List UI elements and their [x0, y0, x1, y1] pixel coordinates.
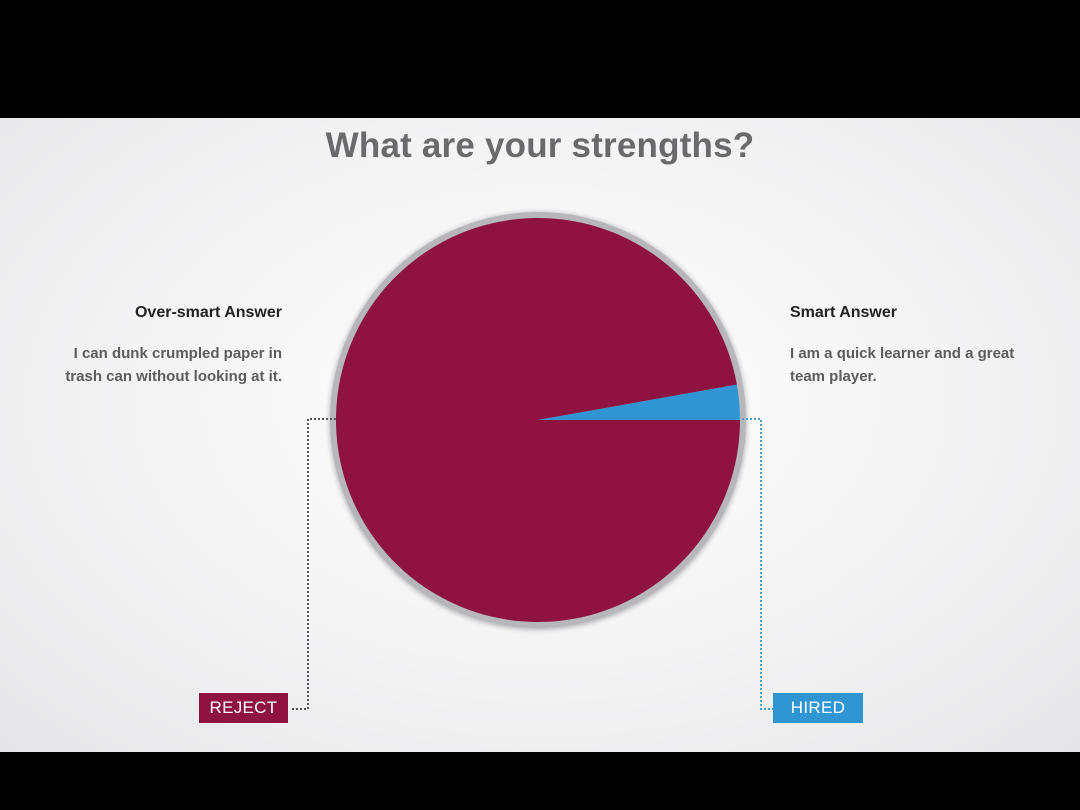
hired-badge: HIRED [773, 693, 863, 723]
letterbox-bottom [0, 752, 1080, 810]
pie-chart [290, 212, 773, 710]
pie-slice-over-smart [335, 218, 740, 622]
over-smart-text: I can dunk crumpled paper in trash can w… [10, 342, 282, 388]
slide-panel: What are your strengths? Over-smart Answ… [0, 118, 1080, 752]
smart-answer-block: Smart Answer I am a quick learner and a … [790, 304, 1072, 388]
reject-connector [290, 418, 336, 710]
smart-text: I am a quick learner and a great team pl… [790, 342, 1072, 388]
over-smart-answer-block: Over-smart Answer I can dunk crumpled pa… [10, 304, 282, 388]
letterbox-top [0, 0, 1080, 118]
smart-heading: Smart Answer [790, 304, 897, 321]
smart-text-line2: team player. [790, 368, 877, 385]
over-smart-text-line1: I can dunk crumpled paper in [73, 345, 282, 362]
reject-badge: REJECT [199, 693, 288, 723]
over-smart-heading: Over-smart Answer [134, 304, 282, 321]
over-smart-text-line2: trash can without looking at it. [65, 368, 282, 385]
smart-text-line1: I am a quick learner and a great [790, 345, 1015, 362]
pie-slices [335, 218, 740, 622]
hired-connector [742, 418, 773, 710]
